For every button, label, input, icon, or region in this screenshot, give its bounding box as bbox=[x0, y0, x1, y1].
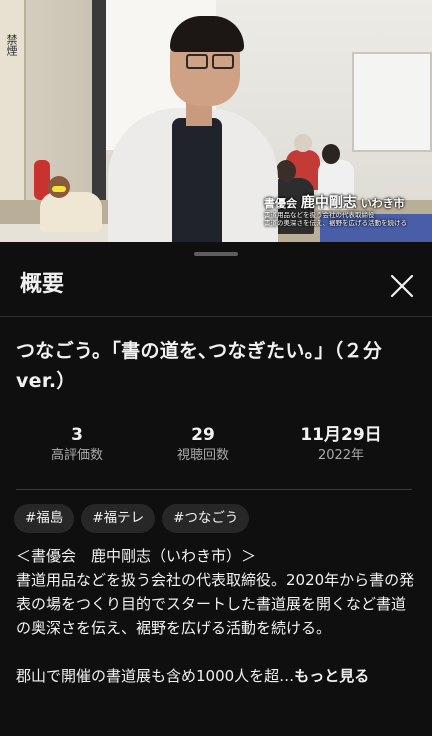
scene-person-mask bbox=[52, 186, 66, 192]
caption-name: 鹿中剛志 bbox=[300, 195, 357, 211]
stat-value: 29 bbox=[191, 425, 215, 445]
stat-value: 11月29日 bbox=[300, 425, 382, 445]
stat-label: 高評価数 bbox=[50, 448, 103, 463]
hashtag-chip[interactable]: #福島 bbox=[14, 504, 75, 533]
scene-person-head bbox=[276, 160, 296, 182]
caption-org: 書優会 bbox=[264, 197, 297, 210]
stat-value: 3 bbox=[71, 425, 83, 445]
stat-likes: 3 高評価数 bbox=[12, 424, 142, 466]
hashtag-chip[interactable]: #福テレ bbox=[81, 504, 156, 533]
caption-line: 書道の奥深さを伝え、裾野を広げる活動を続ける bbox=[264, 219, 407, 227]
stat-date: 11月29日 2022年 bbox=[276, 424, 406, 466]
stat-label: 視聴回数 bbox=[176, 448, 229, 463]
video-player[interactable]: 禁煙 書優会 鹿中剛志 いわき市 書道用品などを扱う会社の代表取締役 書道の奥深… bbox=[0, 0, 432, 242]
stat-views: 29 視聴回数 bbox=[138, 424, 268, 466]
speaker-glasses bbox=[212, 54, 234, 69]
divider bbox=[16, 489, 412, 490]
caption-line: 書道用品などを扱う会社の代表取締役 bbox=[264, 211, 375, 219]
no-smoking-sign: 禁煙 bbox=[5, 34, 18, 56]
drag-handle[interactable] bbox=[194, 252, 238, 256]
hashtag-list: #福島 #福テレ #つなごう bbox=[14, 504, 256, 534]
scene-person-head bbox=[294, 134, 312, 152]
video-title: つなごう。「書の道を､つなぎたい。」（２分ver.） bbox=[16, 340, 383, 392]
scene-pillar: 禁煙 bbox=[0, 0, 26, 220]
speaker-glasses bbox=[186, 54, 208, 69]
close-icon bbox=[390, 274, 414, 298]
hashtag-chip[interactable]: #つなごう bbox=[162, 504, 250, 533]
panel-title: 概要 bbox=[20, 272, 65, 297]
scene-person bbox=[40, 192, 102, 232]
scene-whiteboard bbox=[352, 52, 432, 152]
stat-label: 2022年 bbox=[317, 448, 365, 463]
caption-place: いわき市 bbox=[360, 197, 405, 210]
description-paragraph-truncated: 郡山で開催の書道展も含め1000人を超…もっと見る bbox=[16, 664, 416, 688]
scene-person-head bbox=[322, 144, 340, 164]
close-button[interactable] bbox=[384, 268, 420, 304]
description: ＜書優会 鹿中剛志（いわき市）＞ 書道用品などを扱う会社の代表取締役。2020年… bbox=[16, 544, 416, 688]
description-paragraph: 書道用品などを扱う会社の代表取締役。2020年から書の発表の場をつくり目的でスタ… bbox=[16, 571, 415, 637]
lower-third-caption: 書優会 鹿中剛志 いわき市 書道用品などを扱う会社の代表取締役 書道の奥深さを伝… bbox=[264, 196, 430, 227]
description-snippet: 郡山で開催の書道展も含め1000人を超… bbox=[16, 667, 295, 685]
speaker-shirt bbox=[172, 118, 222, 242]
divider bbox=[0, 316, 432, 317]
description-header: ＜書優会 鹿中剛志（いわき市）＞ bbox=[16, 547, 257, 565]
show-more-link[interactable]: もっと見る bbox=[294, 667, 369, 685]
caption-name-row: 書優会 鹿中剛志 いわき市 bbox=[264, 196, 430, 211]
stats-row: 3 高評価数 29 視聴回数 11月29日 2022年 bbox=[0, 424, 432, 474]
